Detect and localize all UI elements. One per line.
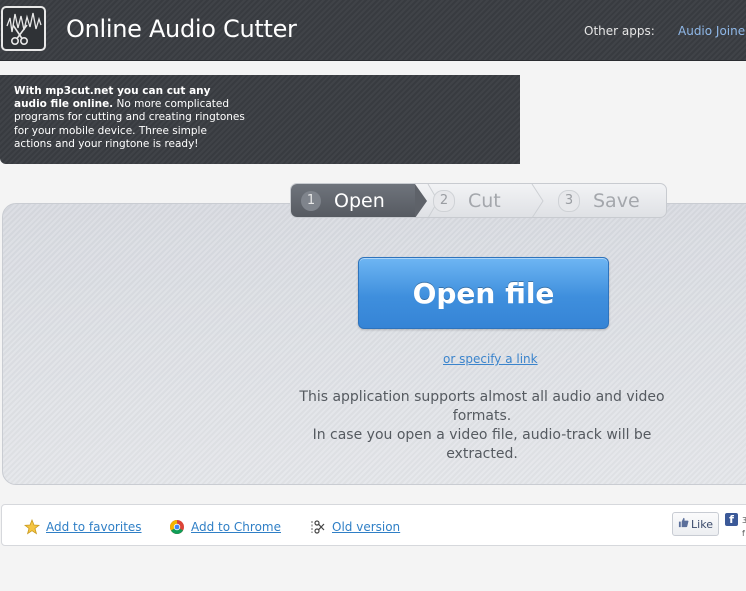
add-to-chrome-link[interactable]: Add to Chrome [169,519,281,535]
intro-text: With mp3cut.net you can cut any audio fi… [14,85,246,151]
facebook-icon[interactable]: f [725,513,738,526]
thumbs-up-icon [678,517,689,531]
audio-joiner-link[interactable]: Audio Joiner [678,24,746,38]
add-to-favorites-link[interactable]: Add to favorites [24,519,142,535]
supported-formats-text: This application supports almost all aud… [282,388,682,464]
footer-bar: Add to favorites Add to Chrome Old versi… [1,504,746,546]
support-line-1: This application supports almost all aud… [299,389,665,424]
step-label: Open [334,189,385,212]
step-divider-icon [531,184,544,217]
old-version-label: Old version [332,520,401,534]
step-save[interactable]: 3 Save [546,184,666,217]
scissors-icon [310,519,326,535]
facebook-meta-line-2: f [742,529,745,538]
favorites-label: Add to favorites [46,520,142,534]
step-label: Cut [468,189,501,212]
scissors-waveform-icon[interactable] [1,6,46,51]
specify-link-button[interactable]: or specify a link [443,352,538,366]
other-apps-label: Other apps: [584,24,655,38]
intro-box: With mp3cut.net you can cut any audio fi… [0,75,520,164]
step-indicator: 1 Open 2 Cut 3 Save [290,183,667,218]
app-title: Online Audio Cutter [66,15,297,43]
chrome-icon [169,519,185,535]
facebook-meta: 3 f [742,514,746,540]
step-open[interactable]: 1 Open [291,184,415,217]
facebook-like-button[interactable]: Like [672,512,719,536]
support-line-2: In case you open a video file, audio-tra… [312,427,652,462]
like-label: Like [691,517,713,531]
top-header: Online Audio Cutter Other apps: Audio Jo… [0,0,746,61]
step-cut[interactable]: 2 Cut [421,184,531,217]
facebook-meta-line-1: 3 [742,516,746,525]
step-label: Save [593,189,640,212]
step-number: 1 [301,190,321,211]
step-number: 2 [433,189,455,212]
old-version-link[interactable]: Old version [310,519,400,535]
open-file-button[interactable]: Open file [358,257,609,329]
step-number: 3 [558,189,580,212]
chrome-label: Add to Chrome [191,520,281,534]
star-icon [24,519,40,535]
